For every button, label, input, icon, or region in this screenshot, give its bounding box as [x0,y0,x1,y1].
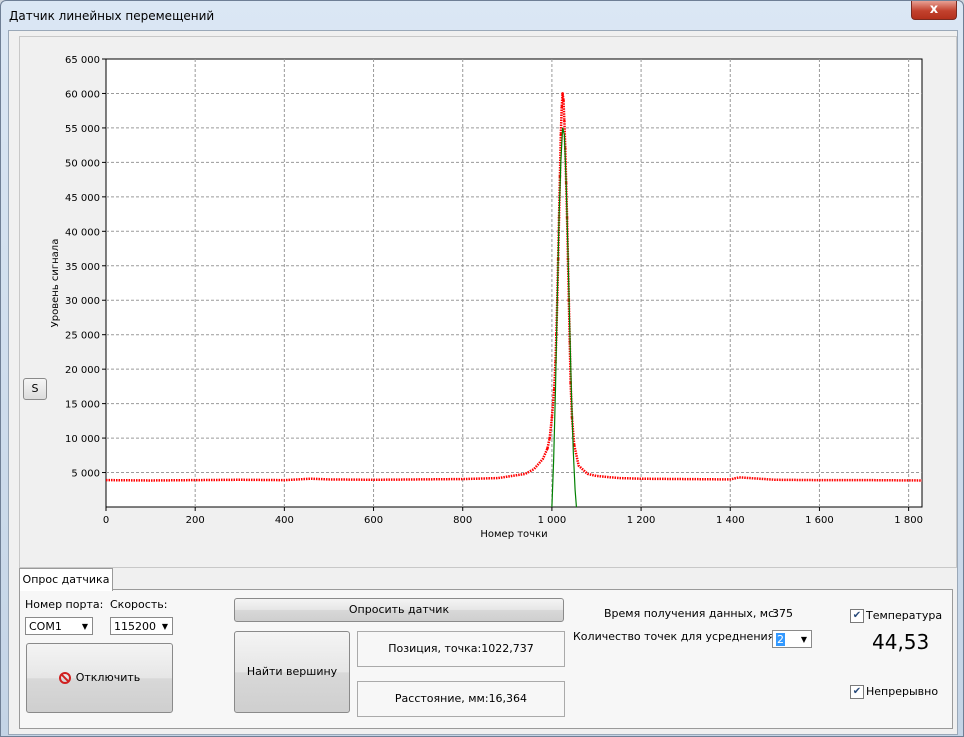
checkmark-icon: ✔ [852,686,862,697]
x-tick-label: 1 800 [894,515,923,526]
signal-point [563,119,566,123]
speed-select[interactable]: 115200 ▼ [110,617,173,635]
chevron-down-icon: ▼ [161,622,169,631]
tab-page-sensor-poll: Номер порта: COM1 ▼ Скорость: 115200 ▼ О… [19,589,953,729]
plot-area [105,58,923,508]
y-axis-label: Уровень сигнала [50,239,61,328]
port-select[interactable]: COM1 ▼ [25,617,93,635]
position-value: 1022,737 [481,642,534,655]
chevron-down-icon: ▼ [81,622,89,631]
y-tick-label: 55 000 [65,124,100,135]
y-tick-label: 40 000 [65,227,100,238]
window-title: Датчик линейных перемещений [9,9,215,23]
x-tick-label: 1 000 [538,515,567,526]
y-tick-label: 25 000 [65,331,100,342]
speed-value: 115200 [114,620,156,633]
signal-point [548,436,551,440]
y-tick-label: 30 000 [65,296,100,307]
position-label: Позиция, точка: [388,642,482,655]
continuous-checkbox[interactable]: ✔ [850,685,864,699]
acq-time-label: Время получения данных, мс: [604,607,778,620]
avg-points-label: Количество точек для усреднения: [573,630,778,643]
temperature-checkbox[interactable]: ✔ [850,609,864,623]
temperature-label: Температура [866,609,943,622]
stop-icon [58,672,71,684]
avg-points-value: 2 [776,633,785,646]
port-value: COM1 [29,620,62,633]
y-tick-label: 50 000 [65,158,100,169]
chart-panel: 0 200 400 600 800 1 000 1 200 1 400 1 600 1 800 5 … [19,36,957,568]
y-tick-label: 15 000 [65,400,100,411]
checkmark-icon: ✔ [852,610,862,621]
y-tick-label: 5 000 [71,469,100,480]
disconnect-button[interactable]: Отключить [26,643,173,713]
y-tick-label: 65 000 [65,55,100,66]
x-tick-label: 600 [364,515,383,526]
y-tick-label: 60 000 [65,89,100,100]
s-button[interactable]: S [23,378,47,400]
temperature-value: 44,53 [872,630,930,654]
y-tick-label: 20 000 [65,365,100,376]
x-tick-label: 1 200 [627,515,656,526]
distance-value: 16,364 [488,692,528,705]
client-area: 0 200 400 600 800 1 000 1 200 1 400 1 600 1 800 5 … [8,30,958,735]
distance-readout: Расстояние, мм:16,364 [357,681,565,717]
disconnect-label: Отключить [75,671,141,684]
acq-time-value: 375 [772,607,793,620]
port-label: Номер порта: [25,598,104,611]
x-tick-label: 800 [453,515,472,526]
signal-point [561,92,564,95]
signal-point [562,99,565,102]
y-tick-label: 35 000 [65,262,100,273]
signal-point [550,416,554,419]
signal-chart: 0 200 400 600 800 1 000 1 200 1 400 1 600 1 800 5 … [50,55,923,540]
title-bar[interactable]: Датчик линейных перемещений x [1,1,963,27]
x-tick-label: 1 400 [716,515,745,526]
tab-sensor-poll[interactable]: Опрос датчика [19,568,113,591]
continuous-label: Непрерывно [866,685,939,698]
x-axis-label: Номер точки [480,529,547,540]
position-readout: Позиция, точка:1022,737 [357,631,565,667]
close-button[interactable]: x [911,1,957,20]
speed-label: Скорость: [110,598,168,611]
x-tick-label: 0 [103,515,109,526]
chevron-down-icon: ▼ [800,635,808,644]
x-tick-label: 200 [186,515,205,526]
poll-sensor-button[interactable]: Опросить датчик [234,598,564,622]
avg-points-select[interactable]: 2 ▼ [772,630,812,648]
y-tick-label: 45 000 [65,193,100,204]
signal-point [546,447,549,450]
x-tick-label: 400 [275,515,294,526]
find-peak-button[interactable]: Найти вершину [234,631,350,713]
y-tick-label: 10 000 [65,434,100,445]
distance-label: Расстояние, мм: [394,692,489,705]
signal-point [560,105,564,109]
main-window: Датчик линейных перемещений x 0 200 400 600… [0,0,964,737]
x-tick-label: 1 600 [805,515,834,526]
